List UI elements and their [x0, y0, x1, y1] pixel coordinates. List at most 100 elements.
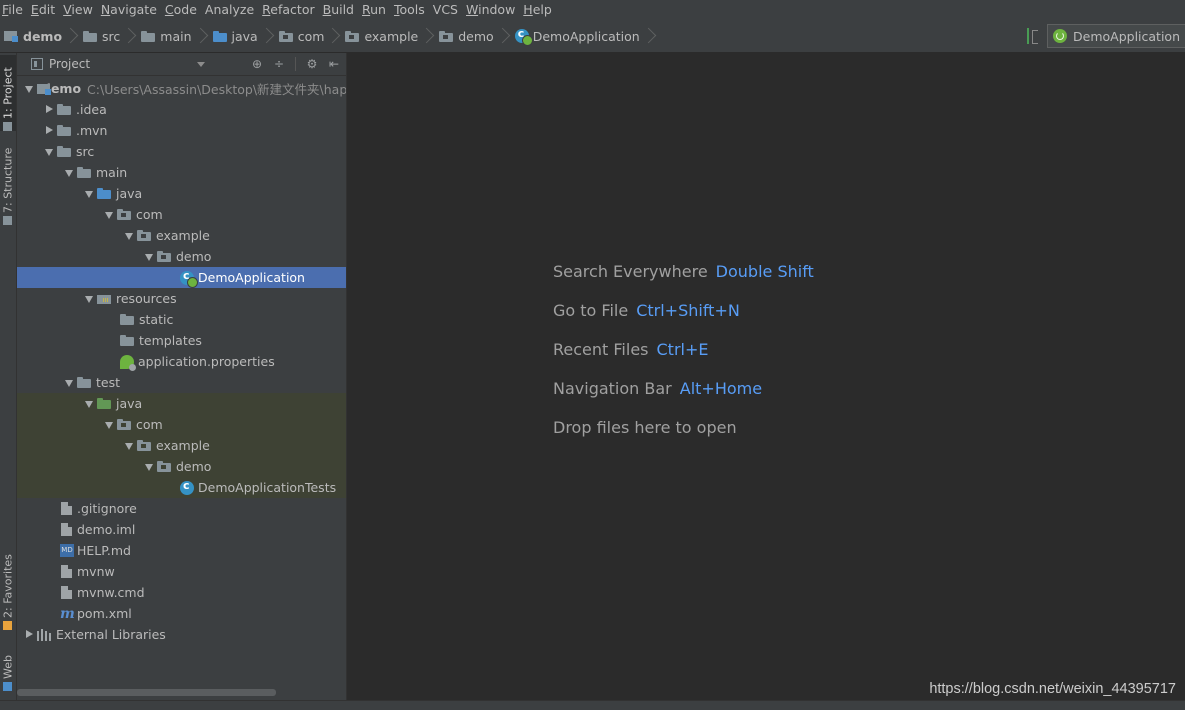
- menu-refactor[interactable]: Refactor: [259, 0, 319, 20]
- tree-row-pom-xml[interactable]: m pom.xml: [17, 603, 346, 624]
- tree-row-src[interactable]: src: [17, 141, 346, 162]
- menu-code[interactable]: Code: [162, 0, 202, 20]
- tab-favorites[interactable]: 2: Favorites: [0, 548, 16, 630]
- build-icon[interactable]: [1025, 28, 1039, 44]
- expand-arrow-icon[interactable]: [61, 372, 77, 393]
- hint-navigation-bar: Navigation Bar Alt+Home: [553, 379, 763, 398]
- tab-web[interactable]: Web: [0, 645, 16, 691]
- menu-tools[interactable]: Tools: [391, 0, 430, 20]
- spring-class-icon: [180, 269, 198, 288]
- expand-arrow-icon[interactable]: [41, 141, 57, 162]
- source-folder-icon: [212, 30, 227, 42]
- tree-row-gitignore[interactable]: .gitignore: [17, 498, 346, 519]
- breadcrumb: demo src main java com example demo Demo…: [0, 20, 1185, 53]
- project-tree: demo C:\Users\Assassin\Desktop\新建文件夹\hap…: [17, 76, 346, 686]
- menu-analyze[interactable]: Analyze: [202, 0, 259, 20]
- collapse-all-icon[interactable]: ÷: [273, 58, 285, 70]
- menu-view[interactable]: View: [60, 0, 98, 20]
- tree-row-external-libraries[interactable]: External Libraries: [17, 624, 346, 645]
- expand-arrow-icon[interactable]: [121, 225, 137, 246]
- tree-row-demo-application[interactable]: DemoApplication: [17, 267, 346, 288]
- tree-row-main[interactable]: main: [17, 162, 346, 183]
- expand-arrow-icon[interactable]: [101, 204, 117, 225]
- breadcrumb-example[interactable]: example: [341, 20, 435, 52]
- collapse-arrow-icon[interactable]: [21, 624, 37, 645]
- tab-structure[interactable]: 7: Structure: [0, 145, 16, 225]
- tree-row-help-md[interactable]: MD HELP.md: [17, 540, 346, 561]
- breadcrumb-com[interactable]: com: [275, 20, 342, 52]
- run-configuration-select[interactable]: DemoApplication: [1047, 24, 1185, 48]
- expand-arrow-icon[interactable]: [81, 393, 97, 414]
- tree-row-test-example[interactable]: example: [17, 435, 346, 456]
- expand-arrow-icon[interactable]: [21, 78, 37, 99]
- chevron-right-icon: [330, 27, 337, 45]
- tree-row-resources[interactable]: resources: [17, 288, 346, 309]
- collapse-arrow-icon[interactable]: [41, 99, 57, 120]
- run-toolbar: DemoApplication: [1025, 24, 1185, 48]
- breadcrumb-demo-application[interactable]: DemoApplication: [511, 20, 657, 52]
- tree-row-mvnw-cmd[interactable]: mvnw.cmd: [17, 582, 346, 603]
- menu-edit[interactable]: Edit: [28, 0, 60, 20]
- tree-row-mvnw[interactable]: mvnw: [17, 561, 346, 582]
- horizontal-scrollbar[interactable]: [17, 689, 276, 696]
- tree-row-demo-iml[interactable]: demo.iml: [17, 519, 346, 540]
- project-view-select[interactable]: Project: [21, 57, 90, 71]
- chevron-right-icon: [264, 27, 271, 45]
- chevron-down-icon[interactable]: [197, 62, 205, 67]
- folder-icon: [57, 146, 71, 157]
- project-panel: Project ⊕ ÷ ⚙ ⇤ demo C:\Users\Assassin\D…: [17, 53, 346, 700]
- source-folder-icon: [97, 188, 111, 199]
- expand-arrow-icon[interactable]: [121, 435, 137, 456]
- expand-arrow-icon[interactable]: [101, 414, 117, 435]
- expand-arrow-icon[interactable]: [141, 456, 157, 477]
- tree-row-application-properties[interactable]: application.properties: [17, 351, 346, 372]
- expand-arrow-icon[interactable]: [81, 183, 97, 204]
- expand-arrow-icon[interactable]: [61, 162, 77, 183]
- tree-row-com[interactable]: com: [17, 204, 346, 225]
- breadcrumb-java[interactable]: java: [209, 20, 275, 52]
- package-icon: [137, 440, 151, 451]
- menu-window[interactable]: Window: [463, 0, 520, 20]
- tree-row-test-com[interactable]: com: [17, 414, 346, 435]
- expand-arrow-icon[interactable]: [141, 246, 157, 267]
- tree-row-templates[interactable]: templates: [17, 330, 346, 351]
- menu-build[interactable]: Build: [320, 0, 359, 20]
- hide-icon[interactable]: ⇤: [328, 58, 340, 70]
- breadcrumb-demo-package[interactable]: demo: [435, 20, 510, 52]
- menu-run[interactable]: Run: [359, 0, 391, 20]
- tree-row-demo-package[interactable]: demo: [17, 246, 346, 267]
- breadcrumb-demo[interactable]: demo: [0, 20, 79, 52]
- expand-arrow-icon[interactable]: [81, 288, 97, 309]
- chevron-right-icon: [198, 27, 205, 45]
- tree-row-test-java[interactable]: java: [17, 393, 346, 414]
- hint-search-everywhere: Search Everywhere Double Shift: [553, 262, 814, 281]
- tree-row-test[interactable]: test: [17, 372, 346, 393]
- menu-file[interactable]: File: [0, 0, 28, 20]
- tree-row-static[interactable]: static: [17, 309, 346, 330]
- structure-icon: [3, 216, 13, 225]
- menu-navigate[interactable]: Navigate: [98, 0, 162, 20]
- tree-row-idea[interactable]: .idea: [17, 99, 346, 120]
- locate-icon[interactable]: ⊕: [251, 58, 263, 70]
- menu-vcs[interactable]: VCS: [430, 0, 463, 20]
- module-icon: [4, 30, 18, 42]
- tree-row-example[interactable]: example: [17, 225, 346, 246]
- file-icon: [61, 565, 72, 578]
- breadcrumb-main[interactable]: main: [137, 20, 208, 52]
- gear-icon[interactable]: ⚙: [306, 58, 318, 70]
- breadcrumb-src[interactable]: src: [79, 20, 137, 52]
- tab-project[interactable]: 1: Project: [0, 55, 16, 131]
- menu-help[interactable]: Help: [520, 0, 557, 20]
- editor-empty-area[interactable]: Search Everywhere Double Shift Go to File…: [346, 53, 1185, 700]
- file-icon: [61, 502, 72, 515]
- package-icon: [345, 30, 360, 42]
- tree-row-demo-application-tests[interactable]: DemoApplicationTests: [17, 477, 346, 498]
- tree-row-java[interactable]: java: [17, 183, 346, 204]
- package-icon: [117, 209, 131, 220]
- collapse-arrow-icon[interactable]: [41, 120, 57, 141]
- tree-row-test-demo[interactable]: demo: [17, 456, 346, 477]
- chevron-right-icon: [424, 27, 431, 45]
- tree-row-mvn[interactable]: .mvn: [17, 120, 346, 141]
- hint-go-to-file: Go to File Ctrl+Shift+N: [553, 301, 740, 320]
- tree-row-demo[interactable]: demo C:\Users\Assassin\Desktop\新建文件夹\hap: [17, 78, 346, 99]
